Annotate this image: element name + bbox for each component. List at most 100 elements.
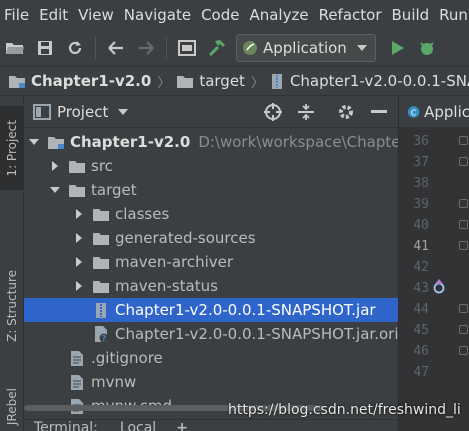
tree-row-module[interactable]: Chapter1-v2.0 D:\work\workspace\Chapter1…: [24, 130, 398, 154]
tree-row-file[interactable]: mvnw: [24, 370, 398, 394]
menu-navigate[interactable]: Navigate: [120, 6, 197, 24]
save-icon[interactable]: [30, 33, 60, 63]
tree-row-folder[interactable]: target: [24, 178, 398, 202]
fold-marker-icon[interactable]: [459, 220, 468, 229]
back-icon[interactable]: [101, 33, 131, 63]
open-folder-icon[interactable]: [0, 33, 30, 63]
sync-icon[interactable]: [60, 33, 90, 63]
folder-icon: [177, 75, 194, 88]
tree-item-label: .gitignore: [91, 349, 163, 367]
tree-item-label: classes: [115, 205, 170, 223]
tool-tab-label: Z: Structure: [5, 270, 19, 342]
tree-item-label: generated-sources: [115, 229, 256, 247]
line-number: 36: [413, 134, 429, 149]
tree-item-label: Chapter1-v2.0-0.0.1-SNAPSHOT.jar.origina…: [115, 325, 398, 343]
class-file-icon: C: [407, 105, 420, 118]
fold-marker-icon[interactable]: [459, 157, 468, 166]
fold-marker-icon[interactable]: [459, 346, 468, 355]
tool-tab-structure[interactable]: Z: Structure: [0, 256, 24, 356]
tool-tab-project[interactable]: 1: Project: [0, 106, 24, 190]
module-folder-icon: [47, 130, 65, 154]
fold-marker-icon[interactable]: [459, 241, 468, 250]
spring-bean-gutter-icon[interactable]: [433, 279, 445, 295]
tree-item-label: Chapter1-v2.0: [70, 133, 191, 151]
breadcrumb-item-jar[interactable]: Chapter1-v2.0-0.0.1-SNAPSHOT.jar: [270, 72, 469, 90]
tree-row-folder[interactable]: src: [24, 154, 398, 178]
tree-row-file[interactable]: .gitignore: [24, 346, 398, 370]
tree-row-folder[interactable]: maven-archiver: [24, 250, 398, 274]
menu-file[interactable]: File: [0, 6, 35, 24]
expanded-arrow-icon[interactable]: [48, 178, 62, 202]
collapsed-arrow-icon[interactable]: [72, 226, 86, 250]
menubar: File Edit View Navigate Code Analyze Ref…: [0, 0, 469, 30]
line-number: 38: [413, 176, 429, 191]
panel-actions: [253, 96, 392, 128]
chevron-down-icon[interactable]: [118, 108, 129, 116]
collapsed-arrow-icon[interactable]: [72, 202, 86, 226]
menu-refactor[interactable]: Refactor: [315, 6, 388, 24]
menu-edit[interactable]: Edit: [35, 6, 74, 24]
hide-panel-icon[interactable]: [366, 99, 392, 125]
tree-item-label: maven-status: [115, 277, 218, 295]
debug-icon[interactable]: [412, 33, 442, 63]
folder-icon: [92, 274, 110, 298]
tree-row-jar-selected[interactable]: Chapter1-v2.0-0.0.1-SNAPSHOT.jar: [24, 298, 398, 322]
tree-item-label: maven-archiver: [115, 253, 234, 271]
folder-icon: [92, 202, 110, 226]
tree-row-folder[interactable]: generated-sources: [24, 226, 398, 250]
editor-tab[interactable]: C Applic: [399, 96, 469, 128]
tree-row-file[interactable]: ? Chapter1-v2.0-0.0.1-SNAPSHOT.jar.origi…: [24, 322, 398, 346]
run-icon[interactable]: [382, 33, 412, 63]
fold-marker-icon[interactable]: [459, 304, 468, 313]
menu-run[interactable]: Run: [435, 6, 469, 24]
folder-icon: [92, 250, 110, 274]
collapse-all-icon[interactable]: [293, 99, 319, 125]
build-hammer-icon[interactable]: [202, 33, 232, 63]
tool-tab-label: JRebel: [5, 388, 19, 426]
project-tool-window: Project Chapter1-v2.0 D:\work\workspace\…: [24, 96, 398, 431]
gear-icon[interactable]: [333, 99, 359, 125]
svg-text:C: C: [411, 107, 417, 117]
breadcrumb-item-module[interactable]: Chapter1-v2.0: [8, 72, 151, 90]
breadcrumb-item-target[interactable]: target: [176, 72, 245, 90]
menu-build[interactable]: Build: [388, 6, 436, 24]
tree-item-label: target: [91, 181, 137, 199]
breadcrumb-separator: 〉: [250, 75, 264, 91]
project-view-icon: [33, 104, 51, 120]
tree-row-folder[interactable]: classes: [24, 202, 398, 226]
module-folder-icon: [9, 75, 25, 88]
navigation-breadcrumb: Chapter1-v2.0 〉 target 〉 Chapter1-v2.0-0…: [0, 66, 469, 96]
panel-title[interactable]: Project: [57, 103, 108, 121]
fold-marker-icon[interactable]: [459, 136, 468, 145]
menu-analyze[interactable]: Analyze: [245, 6, 314, 24]
breadcrumb-label: Chapter1-v2.0: [31, 72, 152, 90]
collapsed-arrow-icon[interactable]: [72, 250, 86, 274]
toolbar-separator: [95, 37, 96, 59]
text-file-icon: [68, 370, 86, 394]
tree-item-label: mvnw: [91, 373, 137, 391]
menu-view[interactable]: View: [74, 6, 120, 24]
forward-icon[interactable]: [131, 33, 161, 63]
watermark-text: https://blog.csdn.net/freshwind_li: [228, 402, 461, 418]
tree-row-folder[interactable]: maven-status: [24, 274, 398, 298]
spring-app-icon: [243, 41, 257, 55]
collapsed-arrow-icon[interactable]: [72, 274, 86, 298]
folder-icon: [68, 178, 86, 202]
run-config-label: Application: [263, 39, 347, 57]
project-structure-icon[interactable]: [172, 33, 202, 63]
expanded-arrow-icon[interactable]: [27, 130, 41, 154]
svg-text:?: ?: [102, 334, 107, 343]
collapsed-arrow-icon[interactable]: [48, 154, 62, 178]
run-configuration-selector[interactable]: Application: [236, 34, 376, 62]
tool-tab-label: 1: Project: [5, 119, 19, 177]
folder-icon: [92, 226, 110, 250]
menu-code[interactable]: Code: [197, 6, 245, 24]
fold-marker-icon[interactable]: [459, 199, 468, 208]
new-tab-button[interactable]: +: [176, 420, 188, 431]
line-number: 42: [413, 260, 429, 275]
terminal-tab[interactable]: Terminal:: [34, 420, 98, 431]
locate-target-icon[interactable]: [260, 99, 286, 125]
fold-marker-icon[interactable]: [459, 325, 468, 334]
local-tab[interactable]: Local: [120, 420, 156, 431]
tool-tab-jrebel[interactable]: JRebel: [0, 384, 24, 430]
